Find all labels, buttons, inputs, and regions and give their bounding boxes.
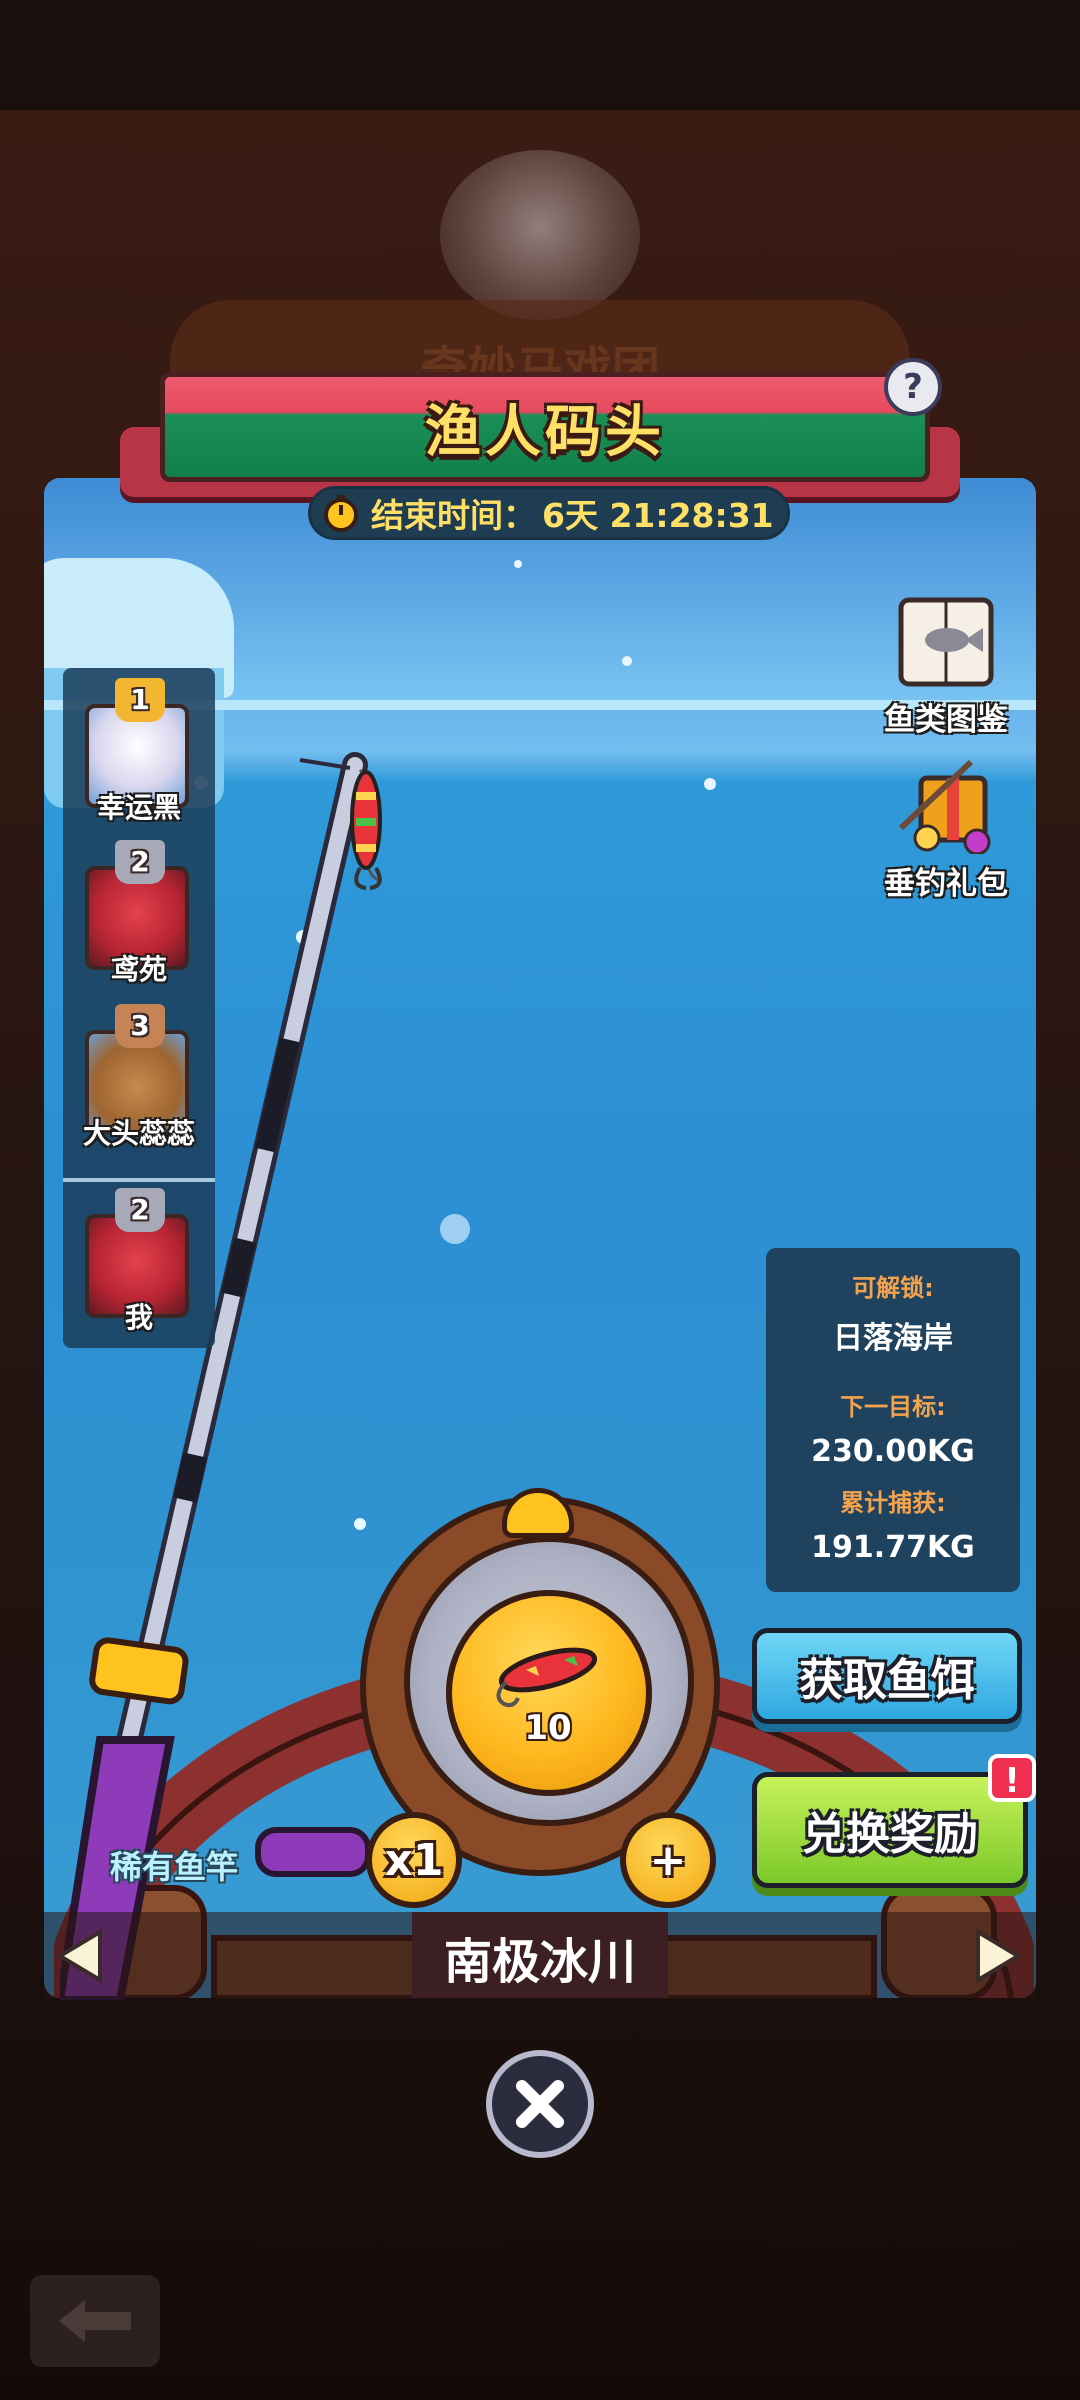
clown-decoration — [440, 150, 640, 320]
total-caught-label: 累计捕获: — [840, 1489, 946, 1517]
player-name: 我 — [124, 1301, 153, 1334]
rank-badge: 3 — [115, 1004, 165, 1048]
bait-count: 10 — [524, 1708, 572, 1748]
location-name: 南极冰川 — [443, 1934, 636, 1990]
ranking-item-3[interactable]: 3 大头蕊蕊 — [79, 1004, 199, 1154]
ranking-divider — [63, 1178, 215, 1182]
next-target-value: 230.00KG — [811, 1434, 975, 1469]
rank-badge: 2 — [115, 1188, 165, 1232]
rod-name-label: 稀有鱼竿 — [110, 1848, 239, 1886]
rank-badge: 2 — [115, 840, 165, 884]
total-caught-value: 191.77KG — [811, 1530, 975, 1565]
background-back-button — [30, 2275, 160, 2367]
get-bait-button[interactable]: 获取鱼饵 — [752, 1628, 1022, 1724]
snowflake — [440, 1214, 470, 1244]
alert-badge: ! — [988, 1754, 1036, 1802]
next-location-arrow-icon[interactable] — [968, 1928, 1024, 1984]
fish-guide-button[interactable]: 鱼类图鉴 — [876, 594, 1016, 739]
fishing-pack-label: 垂钓礼包 — [884, 866, 1008, 902]
player-name: 幸运黑 — [96, 791, 181, 824]
next-target-label: 下一目标: — [840, 1393, 946, 1421]
timer-label: 结束时间： — [371, 496, 536, 535]
unlock-info-panel: 可解锁: 日落海岸 下一目标: 230.00KG 累计捕获: 191.77KG — [766, 1248, 1020, 1592]
banner-plate: 渔人码头 — [160, 372, 930, 482]
snowflake — [514, 560, 522, 568]
unlock-label: 可解锁: — [852, 1274, 934, 1302]
snowflake — [704, 778, 716, 790]
ranking-item-1[interactable]: 1 幸运黑 — [79, 678, 199, 828]
stopwatch-icon — [324, 495, 358, 532]
fish-guide-label: 鱼类图鉴 — [884, 702, 1008, 738]
rank-badge: 1 — [115, 678, 165, 722]
event-timer: 结束时间： 6天 21:28:31 — [308, 486, 790, 540]
gift-box-icon — [898, 759, 991, 856]
snowflake — [622, 656, 632, 666]
fishing-pack-button[interactable]: 垂钓礼包 — [876, 758, 1016, 903]
ranking-sidebar: 1 幸运黑 2 鸢苑 3 大头蕊蕊 2 我 — [63, 668, 215, 1348]
multiplier-button[interactable]: x1 — [366, 1812, 462, 1908]
close-icon — [516, 2080, 564, 2128]
ranking-item-me[interactable]: 2 我 — [79, 1188, 199, 1338]
previous-location-arrow-icon[interactable] — [54, 1928, 110, 1984]
help-button[interactable]: ? — [884, 358, 942, 416]
player-name: 大头蕊蕊 — [82, 1117, 195, 1150]
exchange-reward-button[interactable]: 兑换奖励 — [752, 1772, 1028, 1888]
ranking-item-2[interactable]: 2 鸢苑 — [79, 840, 199, 990]
back-arrow-icon — [59, 2300, 131, 2342]
unlock-value: 日落海岸 — [833, 1321, 953, 1356]
close-button[interactable] — [486, 2050, 594, 2158]
page-title: 渔人码头 — [425, 399, 665, 465]
lure-icon — [496, 1647, 598, 1708]
timer-value: 6天 21:28:31 — [542, 496, 774, 535]
add-bait-button[interactable]: + — [620, 1812, 716, 1908]
fish-book-icon — [898, 597, 994, 687]
player-name: 鸢苑 — [110, 953, 167, 986]
